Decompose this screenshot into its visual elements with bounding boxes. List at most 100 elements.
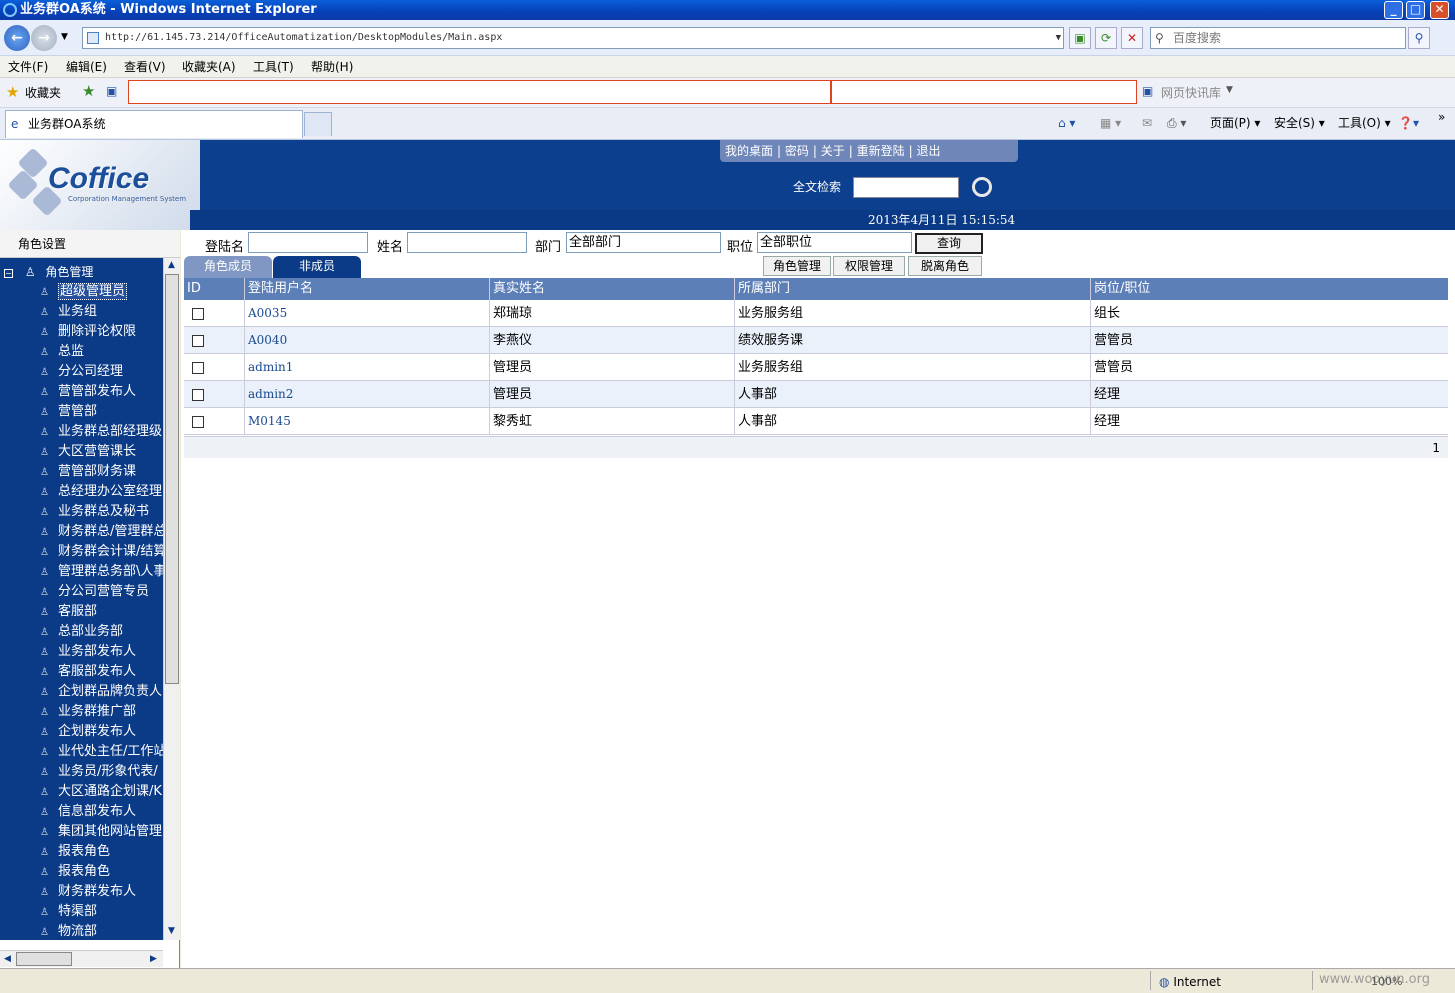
tree-item[interactable]: ♙ 管理群总务部\人事 (40, 562, 163, 582)
toolbar-red-field[interactable] (128, 80, 831, 104)
feeds-icon[interactable]: ▦ ▾ (1100, 114, 1121, 132)
tab-members[interactable]: 角色成员 (184, 256, 272, 278)
row-checkbox[interactable] (192, 389, 204, 401)
nav-relogin[interactable]: 重新登陆 (857, 144, 905, 158)
tree-item[interactable]: ♙ 业务群总部经理级 (40, 422, 162, 442)
menu-tools[interactable]: 工具(T) (253, 57, 294, 77)
tree-item[interactable]: ♙ 分公司营管专员 (40, 582, 149, 602)
menu-view[interactable]: 查看(V) (124, 57, 166, 77)
tree-item[interactable]: ♙ 客服部发布人 (40, 662, 136, 682)
toolbar-overflow-icon[interactable]: » (1438, 108, 1445, 126)
home-icon[interactable]: ⌂ ▾ (1058, 114, 1075, 132)
login-input[interactable] (248, 232, 368, 253)
tree-item[interactable]: ♙ 信息部发布人 (40, 802, 136, 822)
nav-password[interactable]: 密码 (785, 144, 809, 158)
maximize-button[interactable]: □ (1406, 1, 1425, 19)
magnifier-icon[interactable] (972, 177, 992, 197)
tree-item[interactable]: ♙ 业代处主任/工作站 (40, 742, 163, 762)
help-icon[interactable]: ❓▾ (1398, 114, 1419, 132)
tree-item[interactable]: ♙ 总监 (40, 342, 84, 362)
menu-edit[interactable]: 编辑(E) (66, 57, 107, 77)
forward-button[interactable]: → (31, 25, 57, 51)
tree-item[interactable]: ♙ 报表角色 (40, 842, 110, 862)
collapse-icon[interactable]: − (4, 269, 13, 278)
favorites-star-icon[interactable]: ★ (6, 83, 19, 101)
zoom-section[interactable]: www.wooyun.org 100% (1312, 971, 1455, 990)
pos-select[interactable]: 全部职位 (757, 232, 912, 253)
tree-item[interactable]: ♙ 业务组 (40, 302, 97, 322)
nav-desktop[interactable]: 我的桌面 (725, 144, 773, 158)
tree-item[interactable]: ♙ 删除评论权限 (40, 322, 136, 342)
table-row[interactable]: admin2 管理员 人事部 经理 (184, 381, 1448, 408)
tree-item[interactable]: ♙ 财务群发布人 (40, 882, 136, 902)
favorites-label[interactable]: 收藏夹 (25, 84, 61, 101)
zoom-level[interactable]: 100% (1371, 971, 1402, 993)
toolbar-red-field-2[interactable] (831, 80, 1137, 104)
tree-item[interactable]: ♙ 大区营管课长 (40, 442, 136, 462)
name-input[interactable] (407, 232, 527, 253)
dept-select[interactable]: 全部部门 (566, 232, 721, 253)
role-mgmt-button[interactable]: 角色管理 (763, 256, 831, 276)
tree-item[interactable]: ♙ 特渠部 (40, 902, 97, 922)
tree-item[interactable]: ♙ 客服部 (40, 602, 97, 622)
table-row[interactable]: A0035 郑瑞琼 业务服务组 组长 (184, 300, 1448, 327)
add-favorite-icon[interactable]: ★ (82, 82, 95, 100)
refresh-icon[interactable]: ⟳ (1095, 27, 1117, 49)
nav-logout[interactable]: 退出 (917, 144, 941, 158)
scroll-thumb[interactable] (165, 274, 179, 684)
menu-file[interactable]: 文件(F) (8, 57, 48, 77)
tree-item[interactable]: ♙ 企划群品牌负责人 (40, 682, 162, 702)
safety-menu[interactable]: 安全(S) ▾ (1274, 114, 1325, 132)
col-dept[interactable]: 所属部门 (735, 278, 1091, 300)
address-dropdown-icon[interactable]: ▼ (1056, 28, 1061, 48)
minimize-button[interactable]: _ (1384, 1, 1403, 19)
row-checkbox[interactable] (192, 362, 204, 374)
col-id[interactable]: ID (184, 278, 245, 300)
tab-non-members[interactable]: 非成员 (273, 256, 361, 278)
leave-role-button[interactable]: 脱离角色 (908, 256, 982, 276)
suggested-sites-icon[interactable]: ▣ (106, 84, 117, 98)
query-button[interactable]: 查询 (915, 233, 983, 254)
scroll-down-icon[interactable]: ▼ (168, 926, 175, 936)
scroll-up-icon[interactable]: ▲ (168, 260, 175, 270)
tree-item[interactable]: ♙ 营管部发布人 (40, 382, 136, 402)
col-login[interactable]: 登陆用户名 (245, 278, 490, 300)
table-row[interactable]: admin1 管理员 业务服务组 营管员 (184, 354, 1448, 381)
login-cell[interactable]: A0040 (245, 327, 490, 353)
tree-item[interactable]: ♙ 业务群推广部 (40, 702, 136, 722)
tree-item[interactable]: ♙ 物流部 (40, 922, 97, 940)
row-checkbox[interactable] (192, 335, 204, 347)
sidebar-vertical-scrollbar[interactable]: ▲ ▼ (163, 258, 180, 940)
tree-item[interactable]: ♙ 集团其他网站管理 (40, 822, 162, 842)
tree-item[interactable]: ♙ 超级管理员 (40, 282, 128, 302)
mail-icon[interactable]: ✉ (1142, 114, 1152, 132)
close-window-button[interactable]: ✕ (1430, 1, 1449, 19)
tree-item[interactable]: ♙ 业务部发布人 (40, 642, 136, 662)
print-icon[interactable]: ⎙ ▾ (1167, 114, 1186, 132)
tree-item[interactable]: ♙ 业务群总及秘书 (40, 502, 149, 522)
page-number[interactable]: 1 (1432, 441, 1440, 455)
login-cell[interactable]: admin1 (245, 354, 490, 380)
page-menu[interactable]: 页面(P) ▾ (1210, 114, 1260, 132)
tree-item[interactable]: ♙ 分公司经理 (40, 362, 123, 382)
tools-menu[interactable]: 工具(O) ▾ (1338, 114, 1391, 132)
web-slice-gallery[interactable]: 网页快讯库 (1161, 84, 1221, 101)
tree-item[interactable]: ♙ 财务群总/管理群总 (40, 522, 163, 542)
sidebar-horizontal-scrollbar[interactable]: ◀ ▶ (0, 950, 163, 967)
tree-item[interactable]: ♙ 总部业务部 (40, 622, 123, 642)
address-input[interactable]: http://61.145.73.214/OfficeAutomatizatio… (82, 27, 1064, 49)
tree-root[interactable]: − ♙ 角色管理 (4, 262, 93, 282)
tree-item[interactable]: ♙ 大区通路企划课/K (40, 782, 162, 802)
row-checkbox[interactable] (192, 308, 204, 320)
web-slice-dropdown-icon[interactable]: ▼ (1226, 85, 1233, 95)
scroll-right-icon[interactable]: ▶ (150, 954, 157, 964)
tree-item[interactable]: ♙ 报表角色 (40, 862, 110, 882)
scroll-thumb[interactable] (16, 952, 72, 966)
tree-item[interactable]: ♙ 总经理办公室经理 (40, 482, 162, 502)
tree-item[interactable]: ♙ 营管部财务课 (40, 462, 136, 482)
perm-mgmt-button[interactable]: 权限管理 (833, 256, 905, 276)
scroll-left-icon[interactable]: ◀ (4, 954, 11, 964)
login-cell[interactable]: M0145 (245, 408, 490, 434)
login-cell[interactable]: A0035 (245, 300, 490, 326)
table-row[interactable]: A0040 李燕仪 绩效服务课 营管员 (184, 327, 1448, 354)
